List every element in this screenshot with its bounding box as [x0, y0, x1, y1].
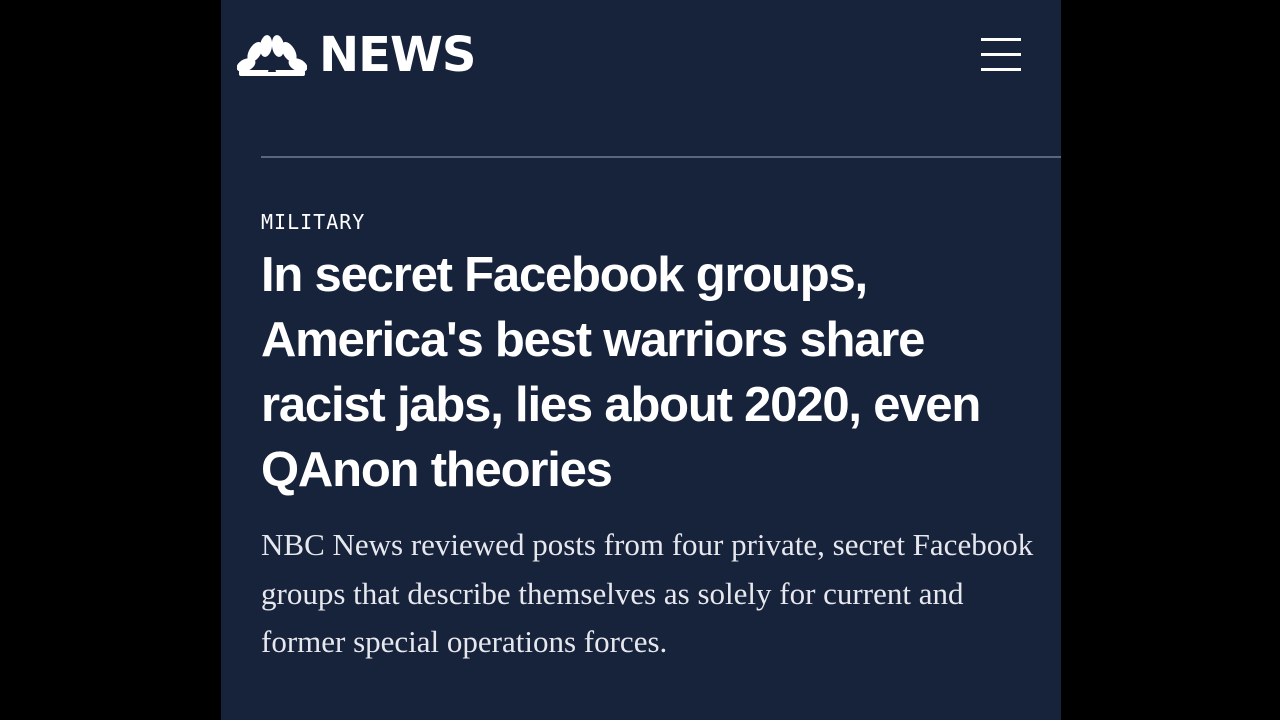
nbc-peacock-icon: [237, 35, 307, 76]
nbc-news-logo[interactable]: NEWS: [237, 27, 476, 83]
category-label[interactable]: MILITARY: [261, 210, 365, 234]
article-headline: In secret Facebook groups, America's bes…: [261, 248, 981, 497]
logo-wordmark: NEWS: [319, 27, 476, 83]
article-dek: NBC News reviewed posts from four privat…: [261, 527, 1034, 659]
header-divider: [261, 156, 1061, 158]
menu-button[interactable]: [981, 36, 1023, 74]
article-screen: NEWS MILITARY In secret Facebook groups,…: [221, 0, 1061, 720]
